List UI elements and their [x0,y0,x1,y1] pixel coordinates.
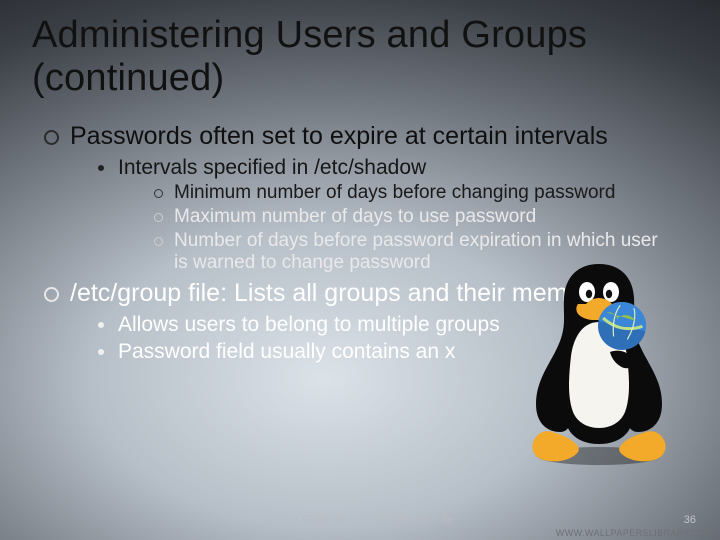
bullet-text: Password field usually contains an x [118,340,455,363]
page-number: 36 [684,514,696,526]
bullet-text: Intervals specified in /etc/shadow [118,156,426,179]
bullet-level3: Maximum number of days to use password [152,206,660,229]
bullet-level1: /etc/group file: Lists all groups and th… [38,279,660,364]
bullet-level2: Password field usually contains an x [94,339,660,364]
bullet-text: Number of days before password expiratio… [174,230,658,274]
bullet-level3: Number of days before password expiratio… [152,230,660,276]
bullet-level2: Allows users to belong to multiple group… [94,312,660,337]
bullet-text: Allows users to belong to multiple group… [118,313,500,336]
footer-center-text: Linux+ Guide to Linux Certification, 3e [0,514,720,526]
slide-body: Passwords often set to expire at certain… [38,122,660,368]
bullet-text: Passwords often set to expire at certain… [70,122,608,150]
bullet-text: Maximum number of days to use password [174,206,536,227]
bullet-level2: Intervals specified in /etc/shadow Minim… [94,155,660,275]
bullet-level3: Minimum number of days before changing p… [152,182,660,205]
bullet-text: /etc/group file: Lists all groups and th… [70,279,616,307]
slide-title: Administering Users and Groups (continue… [32,14,680,99]
watermark-text: WWW.WALLPAPERSLIBRARY.COM [556,528,714,538]
bullet-text: Minimum number of days before changing p… [174,182,615,203]
bullet-level1: Passwords often set to expire at certain… [38,122,660,275]
slide: Administering Users and Groups (continue… [0,0,720,540]
